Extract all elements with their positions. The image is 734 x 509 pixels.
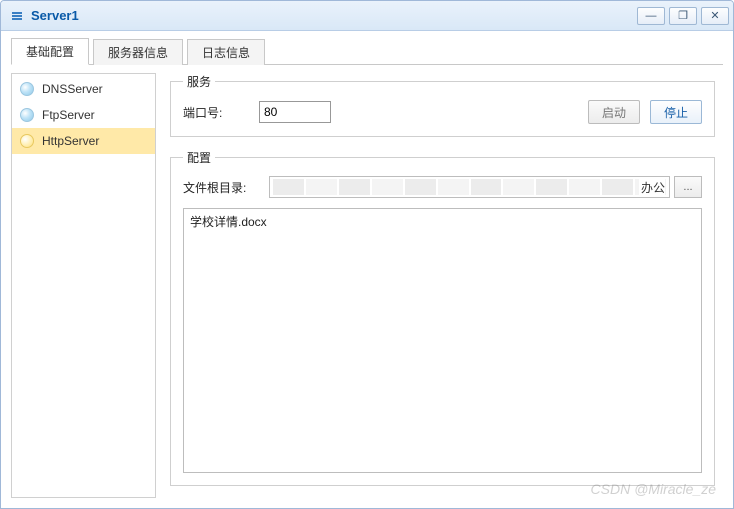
tab-label: 日志信息 bbox=[202, 46, 250, 60]
sidebar-item-ftpserver[interactable]: FtpServer bbox=[12, 102, 155, 128]
root-dir-tail: 办公 bbox=[639, 179, 665, 196]
root-dir-label: 文件根目录: bbox=[183, 179, 269, 196]
config-group: 配置 文件根目录: 办公 ... 学校详情.docx bbox=[170, 149, 715, 486]
minimize-button[interactable]: — bbox=[637, 7, 665, 25]
redacted-path bbox=[272, 179, 667, 195]
status-dot-icon bbox=[20, 82, 34, 96]
sidebar-item-label: DNSServer bbox=[42, 82, 103, 96]
window-title: Server1 bbox=[31, 8, 633, 23]
button-label: 停止 bbox=[664, 106, 688, 120]
service-group: 服务 端口号: 启动 停止 bbox=[170, 73, 715, 137]
button-label: 启动 bbox=[602, 106, 626, 120]
sidebar-item-label: FtpServer bbox=[42, 108, 95, 122]
sidebar-item-dnsserver[interactable]: DNSServer bbox=[12, 76, 155, 102]
maximize-button[interactable]: ❐ bbox=[669, 7, 697, 25]
sidebar-item-httpserver[interactable]: HttpServer bbox=[12, 128, 155, 154]
content-area: 基础配置 服务器信息 日志信息 DNSServer FtpServer Http… bbox=[1, 31, 733, 508]
main-panel: 服务 端口号: 启动 停止 配置 文件根目录: bbox=[156, 73, 723, 498]
close-button[interactable]: ✕ bbox=[701, 7, 729, 25]
stop-button[interactable]: 停止 bbox=[650, 100, 702, 124]
server-sidebar: DNSServer FtpServer HttpServer bbox=[11, 73, 156, 498]
file-list[interactable]: 学校详情.docx bbox=[183, 208, 702, 473]
titlebar[interactable]: Server1 — ❐ ✕ bbox=[1, 1, 733, 31]
service-legend: 服务 bbox=[183, 73, 215, 90]
port-label: 端口号: bbox=[183, 104, 259, 121]
file-name: 学校详情.docx bbox=[190, 215, 267, 229]
root-dir-input[interactable]: 办公 bbox=[269, 176, 670, 198]
tab-bar: 基础配置 服务器信息 日志信息 bbox=[11, 39, 723, 65]
app-window: Server1 — ❐ ✕ 基础配置 服务器信息 日志信息 DNSServer … bbox=[0, 0, 734, 509]
config-legend: 配置 bbox=[183, 149, 215, 166]
status-dot-icon bbox=[20, 108, 34, 122]
tab-logs[interactable]: 日志信息 bbox=[187, 39, 265, 65]
app-icon bbox=[9, 8, 25, 24]
tab-basic-config[interactable]: 基础配置 bbox=[11, 38, 89, 65]
browse-button[interactable]: ... bbox=[674, 176, 702, 198]
tab-label: 服务器信息 bbox=[108, 46, 168, 60]
status-dot-icon bbox=[20, 134, 34, 148]
tab-server-info[interactable]: 服务器信息 bbox=[93, 39, 183, 65]
tab-label: 基础配置 bbox=[26, 45, 74, 59]
sidebar-item-label: HttpServer bbox=[42, 134, 99, 148]
port-input[interactable] bbox=[259, 101, 331, 123]
list-item[interactable]: 学校详情.docx bbox=[190, 213, 695, 230]
start-button[interactable]: 启动 bbox=[588, 100, 640, 124]
button-label: ... bbox=[683, 181, 692, 193]
